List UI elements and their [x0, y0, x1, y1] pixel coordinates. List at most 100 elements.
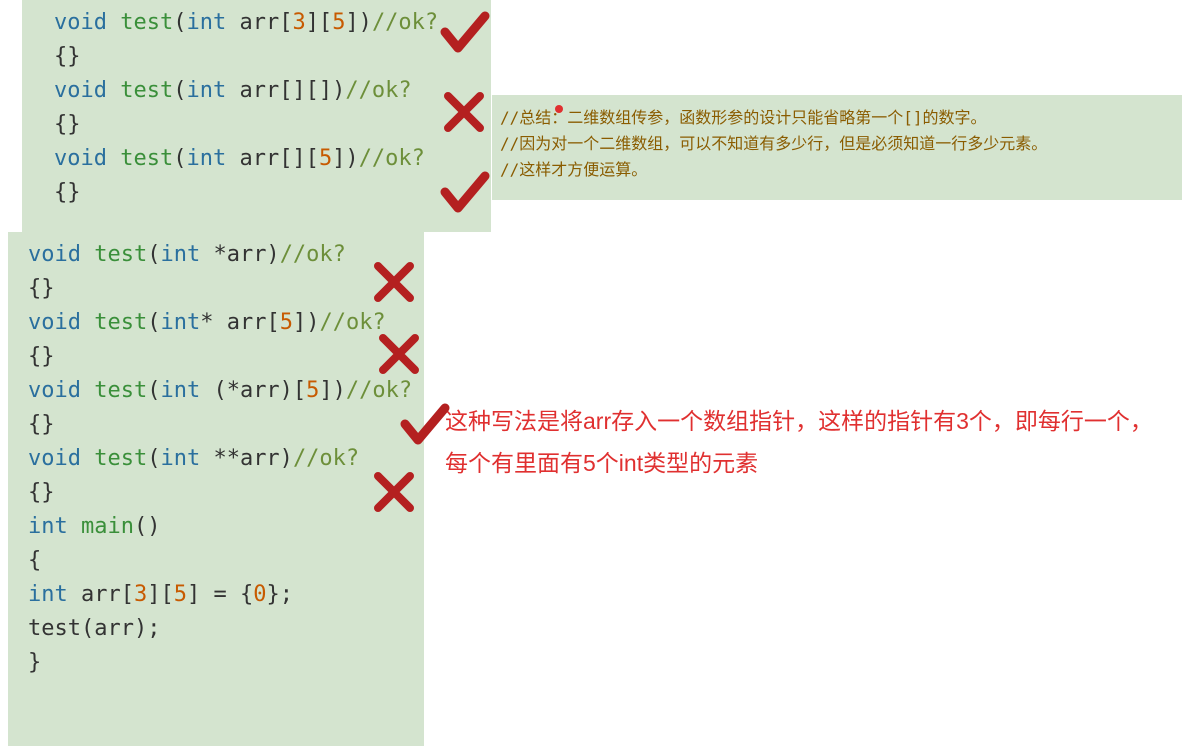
code-token: arr[ — [239, 10, 292, 35]
summary-comment-line: //总结：二维数组传参，函数形参的设计只能省略第一个[]的数字。 — [500, 105, 1174, 131]
code-token: ( — [147, 446, 160, 471]
code-token: ][ — [306, 10, 333, 35]
code-line: void test(int arr[3][5])//ok? — [54, 6, 491, 40]
code-token: ( — [147, 310, 160, 335]
code-token: (*arr)[ — [213, 378, 306, 403]
code-token: //ok? — [346, 378, 412, 403]
code-token: //ok? — [345, 78, 411, 103]
code-token: //ok? — [372, 10, 438, 35]
code-token: {} — [28, 276, 55, 301]
code-token: int — [186, 146, 239, 171]
code-token: test — [94, 310, 147, 335]
code-token: ]) — [332, 146, 359, 171]
code-token: ]) — [319, 378, 346, 403]
code-line: {} — [28, 272, 424, 306]
code-token: 5 — [174, 582, 187, 607]
code-token: test — [94, 446, 147, 471]
red-annotation-note: 这种写法是将arr存入一个数组指针，这样的指针有3个，即每行一个，每个有里面有5… — [445, 400, 1165, 484]
code-token: 3 — [134, 582, 147, 607]
code-token: ( — [147, 242, 160, 267]
code-token: 5 — [332, 10, 345, 35]
code-token: { — [28, 548, 41, 573]
code-line: {} — [54, 108, 491, 142]
code-token: ( — [173, 10, 186, 35]
code-token: void — [54, 10, 120, 35]
code-line: {} — [28, 408, 424, 442]
code-line: } — [28, 646, 424, 680]
code-token: ( — [147, 378, 160, 403]
code-token: void — [54, 78, 120, 103]
code-token: //ok? — [293, 446, 359, 471]
red-dot-marker — [555, 105, 563, 113]
code-token: arr[][ — [239, 146, 318, 171]
code-token: test — [94, 242, 147, 267]
code-token: void — [28, 310, 94, 335]
code-token: void — [28, 446, 94, 471]
code-line: {} — [28, 340, 424, 374]
code-line: int arr[3][5] = {0}; — [28, 578, 424, 612]
code-token: void — [54, 146, 120, 171]
summary-comment-line: //这样才方便运算。 — [500, 157, 1174, 183]
code-token: 5 — [280, 310, 293, 335]
code-token: //ok? — [319, 310, 385, 335]
code-token: 3 — [292, 10, 305, 35]
code-line: {} — [54, 40, 491, 74]
code-line: void test(int arr[][])//ok? — [54, 74, 491, 108]
code-token: arr[ — [81, 582, 134, 607]
code-token: void — [28, 378, 94, 403]
code-token: 0 — [253, 582, 266, 607]
code-token: *arr) — [213, 242, 279, 267]
code-token: main — [81, 514, 134, 539]
code-token: int — [28, 582, 81, 607]
code-token: int — [28, 514, 81, 539]
code-line: {} — [28, 476, 424, 510]
code-token: * arr[ — [200, 310, 279, 335]
code-token: void — [28, 242, 94, 267]
code-token: arr[][]) — [239, 78, 345, 103]
code-token: ( — [173, 78, 186, 103]
code-token: ]) — [293, 310, 320, 335]
code-token: {} — [28, 480, 55, 505]
code-token: ( — [173, 146, 186, 171]
code-token: () — [134, 514, 161, 539]
code-token: int — [186, 78, 239, 103]
code-token: int — [186, 10, 239, 35]
code-token: ] = { — [187, 582, 253, 607]
code-token: test — [94, 378, 147, 403]
code-line: { — [28, 544, 424, 578]
summary-comment-line: //因为对一个二维数组，可以不知道有多少行，但是必须知道一行多少元素。 — [500, 131, 1174, 157]
code-line: void test(int (*arr)[5])//ok? — [28, 374, 424, 408]
code-token: int — [160, 242, 213, 267]
code-line: void test(int *arr)//ok? — [28, 238, 424, 272]
code-token: {} — [54, 44, 81, 69]
code-line: void test(int arr[][5])//ok? — [54, 142, 491, 176]
code-token: ][ — [147, 582, 174, 607]
code-block-1: void test(int arr[3][5])//ok?{}void test… — [22, 0, 491, 232]
code-token: test(arr); — [28, 616, 160, 641]
code-token: {} — [54, 112, 81, 137]
code-token: //ok? — [280, 242, 346, 267]
code-token: int — [160, 310, 200, 335]
code-token: ]) — [345, 10, 372, 35]
summary-comment-block: //总结：二维数组传参，函数形参的设计只能省略第一个[]的数字。//因为对一个二… — [492, 95, 1182, 200]
code-token: {} — [28, 412, 55, 437]
code-line: int main() — [28, 510, 424, 544]
code-block-2: void test(int *arr)//ok?{}void test(int*… — [8, 232, 424, 746]
code-line: void test(int **arr)//ok? — [28, 442, 424, 476]
code-token: 5 — [306, 378, 319, 403]
code-token: }; — [266, 582, 293, 607]
code-token: {} — [54, 180, 81, 205]
code-token: //ok? — [359, 146, 425, 171]
code-token: int — [160, 378, 213, 403]
code-line: {} — [54, 176, 491, 210]
code-token: } — [28, 650, 41, 675]
code-token: test — [120, 10, 173, 35]
code-token: test — [120, 146, 173, 171]
code-token: test — [120, 78, 173, 103]
code-token: 5 — [319, 146, 332, 171]
code-token: {} — [28, 344, 55, 369]
code-token: int — [160, 446, 213, 471]
code-line: void test(int* arr[5])//ok? — [28, 306, 424, 340]
code-token: **arr) — [213, 446, 292, 471]
code-line: test(arr); — [28, 612, 424, 646]
